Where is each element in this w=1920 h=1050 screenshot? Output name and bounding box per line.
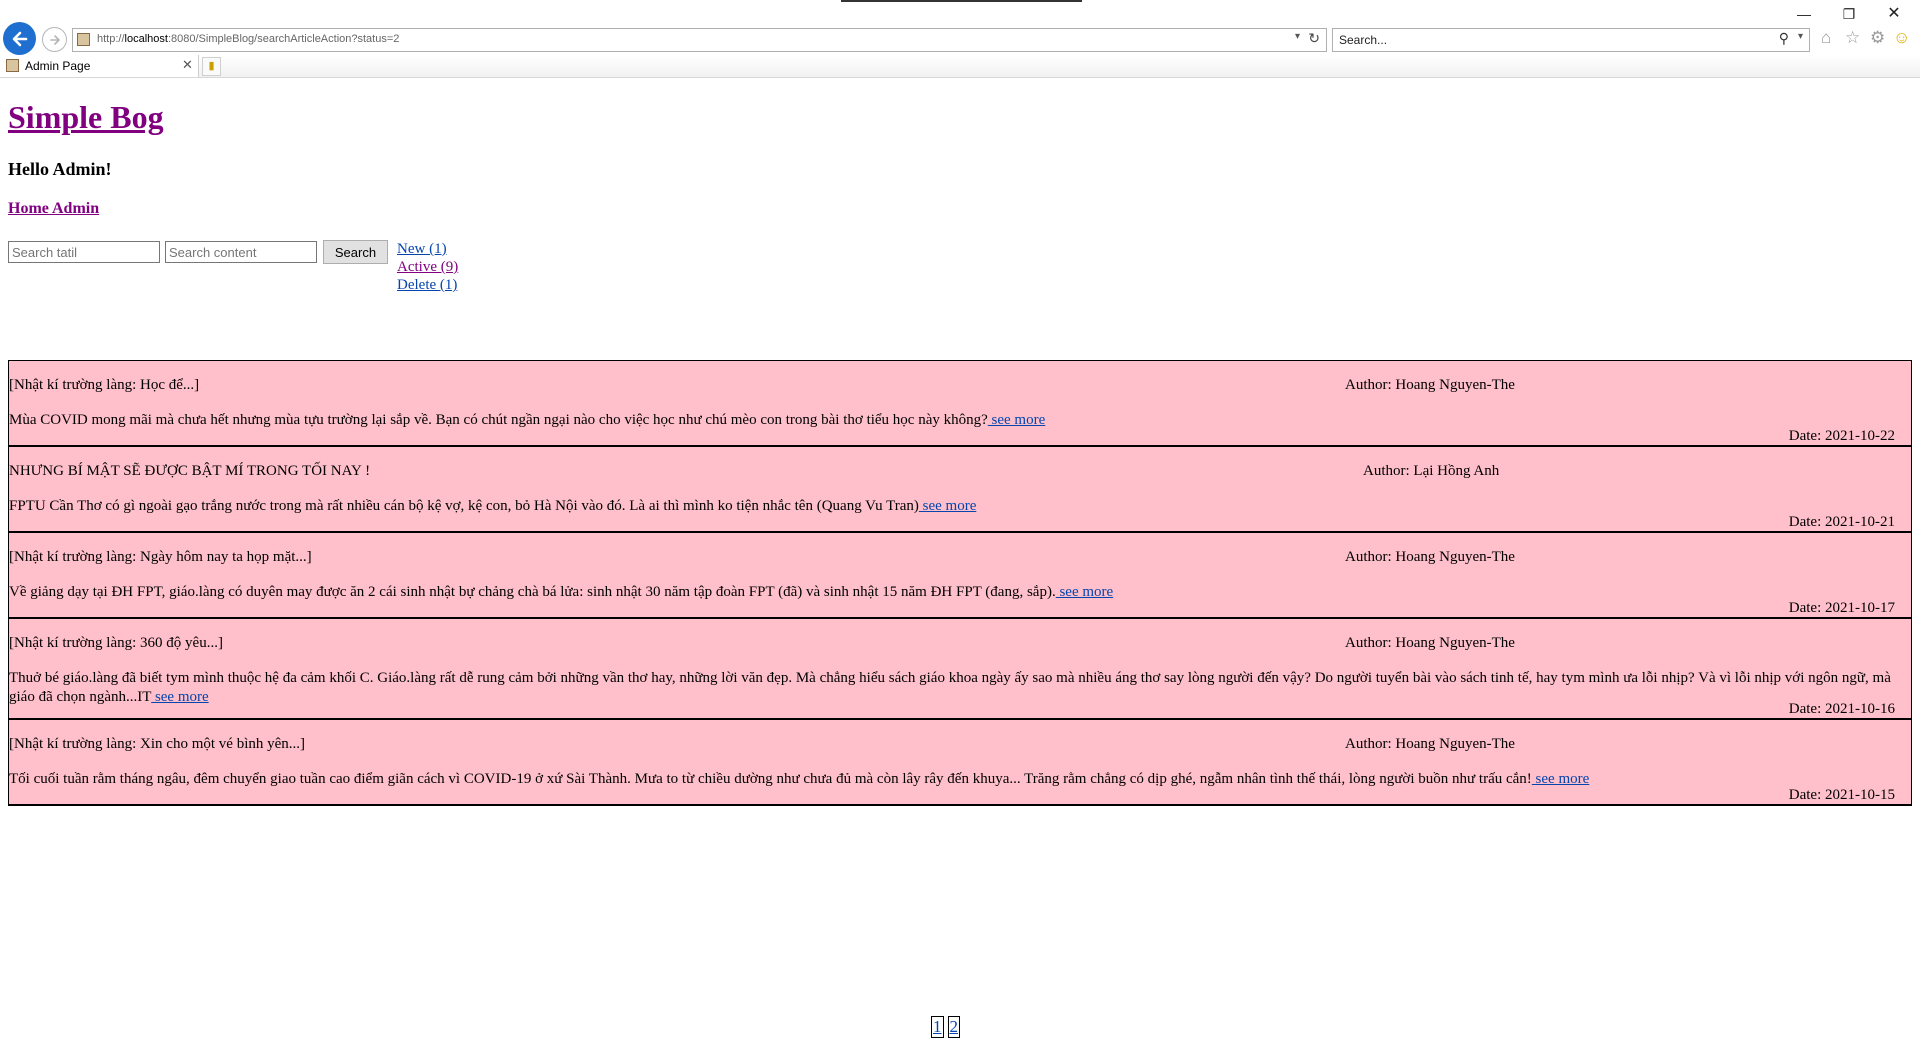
article-author: Author: Hoang Nguyen-The (1345, 377, 1515, 393)
refresh-icon[interactable]: ↻ (1308, 30, 1320, 47)
forward-icon (49, 34, 60, 45)
article-author: Author: Hoang Nguyen-The (1345, 736, 1515, 752)
minimize-button[interactable]: — (1790, 4, 1818, 24)
tab-favicon-icon (6, 59, 19, 72)
new-tab-icon: ▮ (208, 60, 215, 72)
search-dropdown-icon[interactable]: ▾ (1798, 31, 1803, 42)
address-bar[interactable]: http://localhost:8080/SimpleBlog/searchA… (72, 28, 1327, 52)
browser-search-placeholder: Search... (1339, 33, 1388, 47)
article-author: Author: Hoang Nguyen-The (1345, 549, 1515, 565)
article-card: [Nhật kí trường làng: 360 độ yêu...] Aut… (8, 619, 1912, 720)
page-link-2[interactable]: 2 (947, 1016, 960, 1038)
article-author: Author: Hoang Nguyen-The (1345, 635, 1515, 651)
restore-button[interactable]: ❐ (1835, 4, 1863, 24)
article-date: Date: 2021-10-21 (1788, 514, 1895, 530)
article-description-text: Mùa COVID mong mãi mà chưa hết nhưng mùa… (9, 412, 988, 428)
pagination: 12 (931, 1016, 964, 1038)
article-title: [Nhật kí trường làng: Ngày hôm nay ta họ… (9, 549, 312, 565)
page-favicon-icon (77, 33, 90, 46)
article-description: Tối cuối tuần rằm tháng ngâu, đêm chuyển… (9, 770, 1903, 789)
article-description-text: Tối cuối tuần rằm tháng ngâu, đêm chuyển… (9, 771, 1532, 787)
site-title-link[interactable]: Simple Bog (8, 99, 164, 135)
search-button[interactable]: Search (323, 240, 388, 264)
status-filter-links: New (1) Active (9) Delete (1) (397, 240, 458, 294)
see-more-link[interactable]: see more (1532, 771, 1590, 787)
close-icon: ✕ (1887, 5, 1901, 22)
search-content-input[interactable] (165, 241, 317, 263)
search-title-input[interactable] (8, 241, 160, 263)
article-card: NHƯNG BÍ MẬT SẼ ĐƯỢC BẬT MÍ TRONG TỐI NA… (8, 447, 1912, 533)
article-title: [Nhật kí trường làng: Xin cho một vé bìn… (9, 736, 306, 752)
gear-icon[interactable]: ⚙ (1870, 29, 1885, 47)
back-icon (12, 31, 27, 46)
article-date: Date: 2021-10-22 (1788, 428, 1895, 444)
article-title: [Nhật kí trường làng: 360 độ yêu...] (9, 635, 223, 651)
browser-chrome: http://localhost:8080/SimpleBlog/searchA… (0, 0, 1920, 78)
tab-close-icon[interactable]: ✕ (182, 57, 193, 73)
article-description: Mùa COVID mong mãi mà chưa hết nhưng mùa… (9, 411, 1903, 430)
page-content: Simple Bog Hello Admin! Home Admin Searc… (0, 77, 1920, 1050)
address-dropdown-icon[interactable]: ▾ (1295, 31, 1300, 42)
article-date: Date: 2021-10-15 (1788, 787, 1895, 803)
back-button[interactable] (3, 22, 36, 55)
restore-icon: ❐ (1842, 6, 1856, 22)
article-card: [Nhật kí trường làng: Xin cho một vé bìn… (8, 720, 1912, 806)
minimize-icon: — (1797, 6, 1811, 22)
status-link-delete[interactable]: Delete (1) (397, 276, 458, 294)
article-title: [Nhật kí trường làng: Học để...] (9, 377, 200, 393)
article-description: Thuở bé giáo.làng đã biết tym mình thuộc… (9, 669, 1903, 707)
tab-title: Admin Page (25, 59, 91, 73)
tab-bar: Admin Page ✕ ▮ (0, 55, 1920, 78)
address-url[interactable]: http://localhost:8080/SimpleBlog/searchA… (97, 33, 399, 45)
article-card: [Nhật kí trường làng: Học để...] Author:… (8, 361, 1912, 447)
greeting: Hello Admin! (8, 159, 112, 179)
article-author: Author: Lại Hồng Anh (1363, 463, 1500, 479)
article-title: NHƯNG BÍ MẬT SẼ ĐƯỢC BẬT MÍ TRONG TỐI NA… (9, 463, 371, 479)
forward-button[interactable] (42, 27, 67, 52)
star-icon[interactable]: ☆ (1845, 29, 1860, 47)
browser-search-box[interactable]: Search... ⚲ ▾ (1332, 28, 1810, 52)
article-card: [Nhật kí trường làng: Ngày hôm nay ta họ… (8, 533, 1912, 619)
home-admin-link[interactable]: Home Admin (8, 200, 99, 218)
see-more-link[interactable]: see more (1056, 584, 1113, 600)
article-description-text: FPTU Cần Thơ có gì ngoài gạo trắng nước … (9, 498, 919, 514)
article-description: FPTU Cần Thơ có gì ngoài gạo trắng nước … (9, 497, 1903, 516)
see-more-link[interactable]: see more (919, 498, 977, 514)
article-description-text: Thuở bé giáo.làng đã biết tym mình thuộc… (9, 670, 1891, 705)
new-tab-button[interactable]: ▮ (202, 57, 221, 76)
see-more-link[interactable]: see more (988, 412, 1046, 428)
article-date: Date: 2021-10-17 (1788, 600, 1895, 616)
site-title: Simple Bog (8, 99, 164, 136)
see-more-link[interactable]: see more (151, 689, 209, 705)
status-link-new[interactable]: New (1) (397, 240, 458, 258)
page-link-1[interactable]: 1 (931, 1016, 944, 1038)
tab-admin-page[interactable]: Admin Page ✕ (0, 55, 199, 77)
article-description-text: Về giảng dạy tại ĐH FPT, giáo.làng có du… (9, 584, 1056, 600)
article-description: Về giảng dạy tại ĐH FPT, giáo.làng có du… (9, 583, 1903, 602)
search-icon[interactable]: ⚲ (1779, 30, 1789, 47)
smiley-icon[interactable]: ☺ (1893, 29, 1910, 47)
close-window-button[interactable]: ✕ (1880, 4, 1908, 24)
article-date: Date: 2021-10-16 (1788, 701, 1895, 717)
home-icon[interactable]: ⌂ (1821, 29, 1831, 47)
status-link-active[interactable]: Active (9) (397, 258, 458, 276)
article-list: [Nhật kí trường làng: Học để...] Author:… (8, 360, 1912, 806)
window-drag-strip (841, 0, 1082, 2)
